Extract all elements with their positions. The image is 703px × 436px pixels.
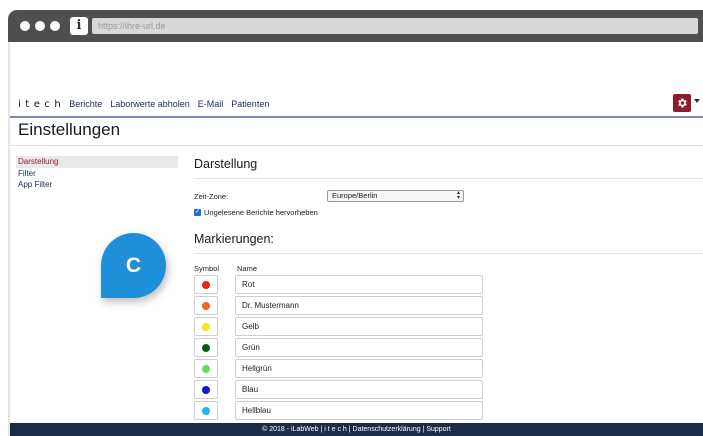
symbol-picker[interactable] <box>194 401 218 420</box>
color-dot-icon <box>202 344 210 352</box>
sidebar: Darstellung Filter App Filter <box>16 156 178 191</box>
select-arrows-icon: ▴ ▾ <box>456 190 460 201</box>
section-divider <box>194 178 703 179</box>
sidebar-item-darstellung[interactable]: Darstellung <box>16 156 178 168</box>
marker-name-input[interactable]: Hellblau <box>235 401 483 420</box>
info-icon[interactable]: i <box>70 17 88 35</box>
symbol-picker[interactable] <box>194 338 218 357</box>
column-header-name: Name <box>237 264 258 273</box>
marker-name-input[interactable]: Gelb <box>235 317 483 336</box>
gear-icon <box>678 98 687 108</box>
highlight-checkbox[interactable]: ✓ <box>194 209 201 216</box>
window-dot-icon[interactable] <box>20 21 30 31</box>
timezone-select[interactable]: Europe/Berlin ▴ ▾ <box>327 190 464 202</box>
nav-link-berichte[interactable]: Berichte <box>69 99 102 109</box>
symbol-picker[interactable] <box>194 317 218 336</box>
chevron-down-icon[interactable] <box>694 99 700 103</box>
nav-divider <box>10 116 703 118</box>
section-divider <box>194 253 703 254</box>
color-dot-icon <box>202 302 210 310</box>
section-title-markierungen: Markierungen: <box>194 232 274 246</box>
step-badge: C <box>101 233 166 298</box>
column-header-symbol: Symbol <box>194 264 220 273</box>
highlight-label: Ungelesene Berichte hervorheben <box>204 208 318 217</box>
timezone-value: Europe/Berlin <box>332 191 378 200</box>
marker-name-input[interactable]: Hellgrün <box>235 359 483 378</box>
color-dot-icon <box>202 365 210 373</box>
color-dot-icon <box>202 386 210 394</box>
frame-edge <box>8 42 10 436</box>
symbol-picker[interactable] <box>194 296 218 315</box>
sidebar-item-filter[interactable]: Filter <box>16 168 178 180</box>
top-nav: itech Berichte Laborwerte abholen E-Mail… <box>18 97 277 111</box>
nav-link-email[interactable]: E-Mail <box>198 99 224 109</box>
symbol-picker[interactable] <box>194 380 218 399</box>
marker-name-input[interactable]: Rot <box>235 275 483 294</box>
timezone-label: Zeit-Zone: <box>194 192 229 201</box>
page-title: Einstellungen <box>18 120 121 139</box>
title-divider <box>10 145 703 146</box>
itech-logo[interactable]: itech <box>18 99 65 110</box>
marker-name-input[interactable]: Grün <box>235 338 483 357</box>
nav-link-patienten[interactable]: Patienten <box>231 99 269 109</box>
settings-button[interactable] <box>673 94 691 112</box>
symbol-picker[interactable] <box>194 359 218 378</box>
window-dot-icon[interactable] <box>35 21 45 31</box>
marker-name-input[interactable]: Blau <box>235 380 483 399</box>
sidebar-item-app-filter[interactable]: App Filter <box>16 179 178 191</box>
color-dot-icon <box>202 281 210 289</box>
browser-chrome: i https://ihre-url.de <box>8 10 703 42</box>
nav-link-laborwerte[interactable]: Laborwerte abholen <box>110 99 190 109</box>
symbol-picker[interactable] <box>194 275 218 294</box>
color-dot-icon <box>202 323 210 331</box>
color-dot-icon <box>202 407 210 415</box>
marker-name-input[interactable]: Dr. Mustermann <box>235 296 483 315</box>
section-title-darstellung: Darstellung <box>194 157 258 171</box>
window-dot-icon[interactable] <box>50 21 60 31</box>
url-bar[interactable]: https://ihre-url.de <box>92 18 698 34</box>
footer: © 2018 - iLabWeb | i t e c h | Datenschu… <box>10 423 703 436</box>
